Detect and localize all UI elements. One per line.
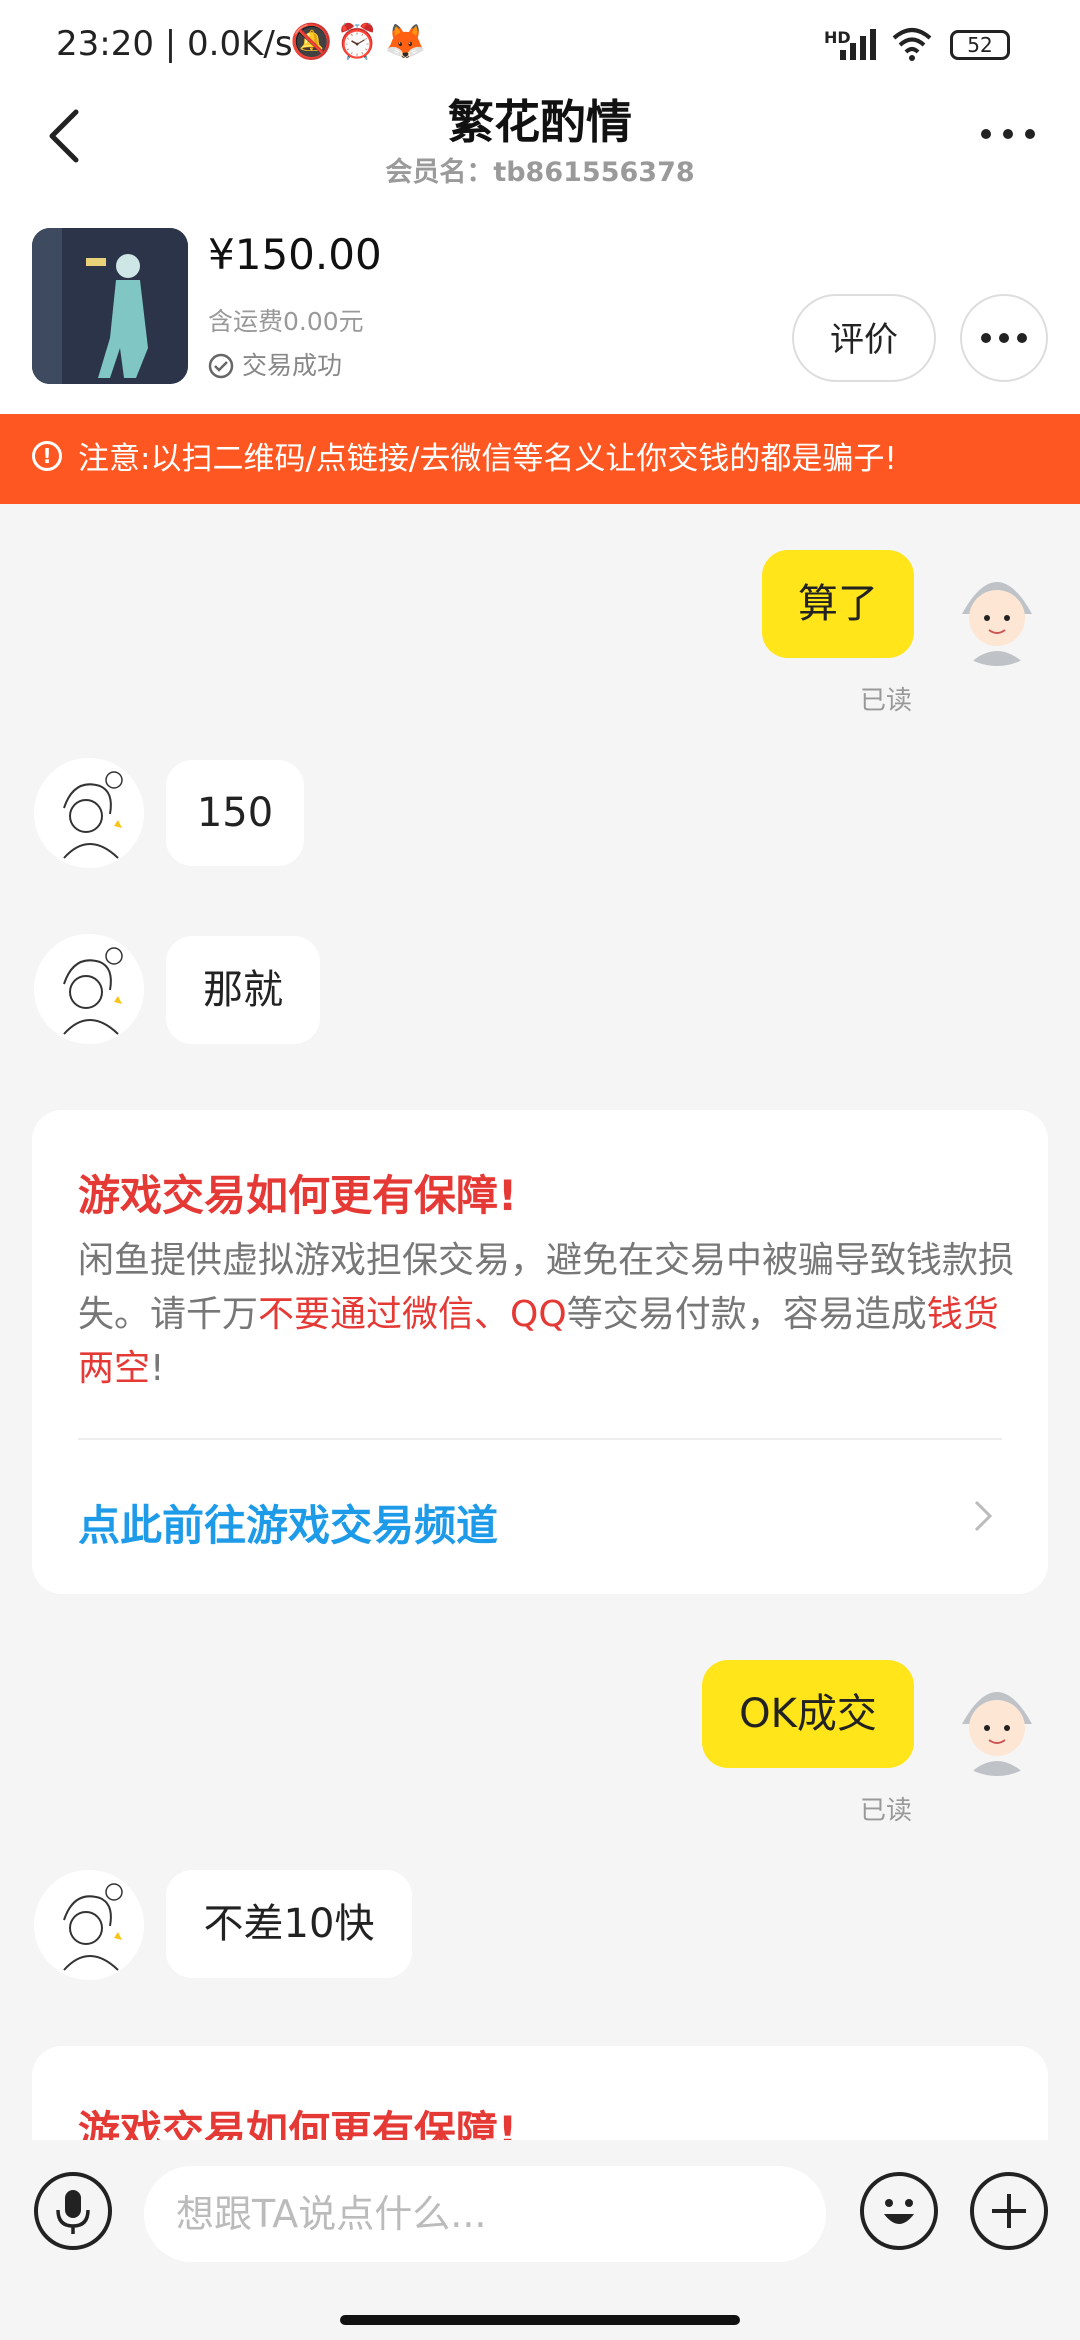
product-more-button[interactable] <box>960 294 1048 382</box>
contact-avatar[interactable] <box>34 758 144 868</box>
sketch-girl-avatar-icon <box>34 1870 144 1980</box>
notice-title: 游戏交易如何更有保障! <box>78 1171 518 1220</box>
voice-button[interactable] <box>34 2172 112 2250</box>
more-menu-icon[interactable] <box>978 124 1038 144</box>
game-character-image <box>32 228 188 384</box>
product-card[interactable]: ¥150.00 含运费0.00元 交易成功 评价 <box>0 202 1080 414</box>
message-bubble-received[interactable]: 那就 <box>166 936 320 1044</box>
notice-body-text: ! <box>150 1348 165 1389</box>
my-avatar[interactable] <box>942 1666 1052 1776</box>
contact-avatar[interactable] <box>34 1870 144 1980</box>
message-input-bar: 想跟TA说点什么... <box>0 2140 1080 2340</box>
mute-bell-icon: 🔕 <box>290 22 333 62</box>
microphone-icon <box>56 2190 90 2234</box>
game-channel-link[interactable]: 点此前往游戏交易频道 <box>78 1492 498 1553</box>
rate-button[interactable]: 评价 <box>792 294 936 382</box>
my-avatar[interactable] <box>942 556 1052 666</box>
signal-icon <box>840 29 876 60</box>
trade-status-label: 交易成功 <box>241 351 342 380</box>
message-bubble-sent[interactable]: 算了 <box>762 550 914 658</box>
scam-warning-banner: ! 注意:以扫二维码/点链接/去微信等名义让你交钱的都是骗子! <box>0 414 1080 504</box>
home-indicator[interactable] <box>340 2315 740 2325</box>
sketch-girl-avatar-icon <box>34 934 144 1044</box>
message-input[interactable]: 想跟TA说点什么... <box>144 2166 826 2262</box>
warning-text: 注意:以扫二维码/点链接/去微信等名义让你交钱的都是骗子! <box>78 441 897 477</box>
status-time: 23:20 | 0.0K/s <box>56 24 293 64</box>
app-fox-icon: 🦊 <box>384 22 427 62</box>
check-circle-icon <box>208 353 234 379</box>
notice-body: 闲鱼提供虚拟游戏担保交易，避免在交易中被骗导致钱款损失。请千万不要通过微信、QQ… <box>78 1234 1018 1396</box>
read-receipt: 已读 <box>860 686 913 716</box>
boy-avatar-icon <box>942 556 1052 666</box>
status-bar: 23:20 | 0.0K/s 🔕 ⏰ 🦊 HD 52 <box>0 0 1080 84</box>
trade-status: 交易成功 <box>208 346 342 382</box>
emoji-button[interactable] <box>860 2172 938 2250</box>
plus-icon <box>992 2194 1026 2228</box>
contact-avatar[interactable] <box>34 934 144 1044</box>
member-id: 会员名：tb861556378 <box>385 157 695 188</box>
message-bubble-received[interactable]: 不差10快 <box>166 1870 412 1978</box>
chat-header: 繁花酌情 会员名：tb861556378 <box>0 84 1080 202</box>
sketch-girl-avatar-icon <box>34 758 144 868</box>
chevron-right-icon[interactable] <box>972 1496 996 1536</box>
alarm-icon: ⏰ <box>336 22 379 62</box>
warning-icon: ! <box>32 441 62 471</box>
smiley-icon <box>884 2199 914 2224</box>
more-actions-button[interactable] <box>970 2172 1048 2250</box>
wifi-icon <box>892 28 932 61</box>
game-trade-notice-card: 游戏交易如何更有保障! 闲鱼提供虚拟游戏担保交易，避免在交易中被骗导致钱款损失。… <box>32 1110 1048 1594</box>
battery-level: 52 <box>967 33 993 57</box>
boy-avatar-icon <box>942 1666 1052 1776</box>
more-dots-icon <box>981 333 1027 343</box>
battery-icon: 52 <box>950 30 1010 60</box>
contact-name: 繁花酌情 <box>448 95 632 149</box>
product-price: ¥150.00 <box>208 230 382 279</box>
read-receipt: 已读 <box>860 1796 913 1826</box>
card-divider <box>78 1438 1002 1440</box>
product-thumbnail[interactable] <box>32 228 188 384</box>
message-bubble-sent[interactable]: OK成交 <box>702 1660 914 1768</box>
notice-body-text: 等交易付款，容易造成 <box>566 1294 927 1335</box>
notice-body-highlight: 不要通过微信、QQ <box>258 1294 567 1335</box>
message-bubble-received[interactable]: 150 <box>166 760 304 866</box>
shipping-info: 含运费0.00元 <box>208 307 364 336</box>
